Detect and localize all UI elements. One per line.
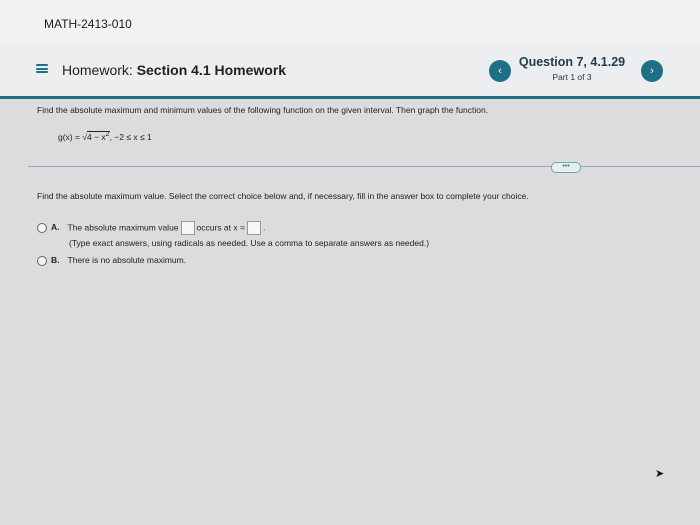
choice-b-letter: B. [51, 255, 60, 265]
choice-a[interactable]: A. The absolute maximum value occurs at x … [37, 221, 265, 235]
homework-section: Section 4.1 Homework [136, 62, 287, 78]
question-part: Part 1 of 3 [552, 72, 592, 82]
choice-a-letter: A. [51, 222, 60, 233]
question-prompt: Find the absolute maximum value. Select … [37, 191, 529, 201]
choice-b-text: There is no absolute maximum. [67, 255, 187, 265]
problem-instruction: Find the absolute maximum and minimum va… [37, 105, 489, 115]
next-question-button[interactable]: › [641, 60, 663, 82]
function-radicand: 4 − x2 [87, 130, 110, 142]
choice-a-radio[interactable] [37, 223, 47, 233]
choice-a-text-before: The absolute maximum value [67, 222, 179, 233]
x-value-input[interactable] [246, 221, 261, 235]
choice-a-text-after: . [262, 222, 266, 233]
question-content: Find the absolute maximum and minimum va… [0, 99, 700, 525]
expand-button[interactable]: ••• [551, 162, 581, 173]
menu-icon[interactable] [36, 64, 48, 73]
choice-a-note: (Type exact answers, using radicals as n… [69, 238, 430, 248]
homework-header: Homework: Section 4.1 Homework ‹ Questio… [0, 44, 700, 99]
chevron-left-icon: ‹ [498, 65, 502, 77]
function-lhs: g(x) = [58, 131, 83, 142]
radicand-text: 4 − x [87, 131, 106, 142]
choice-b[interactable]: B. There is no absolute maximum. [37, 255, 186, 266]
choice-b-radio[interactable] [37, 255, 47, 266]
divider [28, 166, 700, 167]
question-title: Question 7, 4.1.29 [518, 55, 626, 69]
mouse-cursor-icon: ➤ [655, 468, 665, 480]
homework-prefix: Homework: [62, 62, 133, 78]
course-title: MATH-2413-010 [44, 17, 132, 31]
choice-a-text-middle: occurs at x = [196, 222, 245, 233]
chevron-right-icon: › [650, 65, 654, 77]
function-definition: g(x) = √4 − x2, −2 ≤ x ≤ 1 [58, 130, 152, 142]
function-interval: , −2 ≤ x ≤ 1 [109, 131, 152, 142]
top-bar: MATH-2413-010 [0, 0, 700, 44]
homework-title: Homework: Section 4.1 Homework [62, 62, 286, 78]
max-value-input[interactable] [180, 221, 195, 235]
